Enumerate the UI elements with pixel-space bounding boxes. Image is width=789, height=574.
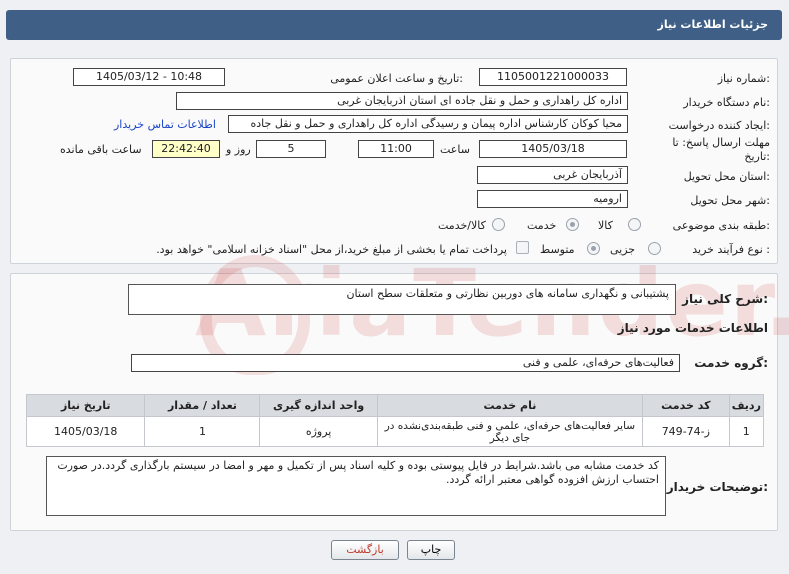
province-field: آذربایجان غربی	[477, 166, 628, 184]
category-label: طبقه بندی موضوعی:	[672, 219, 770, 232]
buyer-notes-field: کد خدمت مشابه می باشد.شرایط در فایل پیوس…	[46, 456, 666, 516]
creator-field: محیا کوکان کارشناس اداره پیمان و رسیدگی …	[228, 115, 628, 133]
deadline-time-label: ساعت	[440, 143, 470, 156]
deadline-date-field: 1405/03/18	[479, 140, 627, 158]
remaining-time-label: ساعت باقی مانده	[60, 143, 142, 156]
cell-quantity: 1	[144, 416, 261, 447]
table-row: 1 ز-74-749 سایر فعالیت‌های حرفه‌ای، علمی…	[25, 416, 765, 447]
col-code-header: کد خدمت	[642, 394, 730, 417]
need-number-field: 1105001221000033	[479, 68, 627, 86]
cell-service-code: ز-74-749	[642, 416, 730, 447]
buyer-org-field: اداره کل راهداری و حمل و نقل جاده ای است…	[176, 92, 628, 110]
days-label: روز و	[226, 143, 251, 156]
announce-date-label: تاریخ و ساعت اعلان عمومی:	[330, 72, 463, 85]
print-button[interactable]: چاپ	[407, 540, 455, 560]
announce-date-field: 1405/03/12 - 10:48	[73, 68, 225, 86]
col-name-header: نام خدمت	[376, 394, 644, 417]
services-table-header: ردیف کد خدمت نام خدمت واحد اندازه گیری ت…	[25, 394, 765, 417]
province-label: استان محل تحویل:	[683, 170, 770, 183]
back-button[interactable]: بازگشت	[331, 540, 399, 560]
buyer-contact-link[interactable]: اطلاعات تماس خریدار	[114, 118, 216, 131]
creator-label: ایجاد کننده درخواست:	[668, 119, 770, 132]
services-heading: اطلاعات خدمات مورد نیاز	[617, 321, 768, 335]
city-label: شهر محل تحویل:	[690, 194, 770, 207]
cell-row-number: 1	[728, 416, 765, 447]
days-remaining-field: 5	[256, 140, 326, 158]
summary-field: پشتیبانی و نگهداری سامانه های دوربین نظا…	[128, 284, 676, 315]
col-unit-header: واحد اندازه گیری	[259, 394, 378, 417]
col-row-header: ردیف	[728, 394, 765, 417]
category-option-service-label: خدمت	[527, 219, 557, 232]
need-number-label: شماره نیاز:	[717, 72, 770, 85]
buyer-org-label: نام دستگاه خریدار:	[683, 96, 770, 109]
col-date-header: تاریخ نیاز	[25, 394, 146, 417]
category-option-goods-radio[interactable]	[628, 218, 641, 231]
remaining-time-field: 22:42:40	[152, 140, 220, 158]
cell-service-name: سایر فعالیت‌های حرفه‌ای، علمی و فنی طبقه…	[376, 416, 644, 447]
category-option-both-label: کالا/خدمت	[438, 219, 486, 232]
deadline-time-field: 11:00	[358, 140, 434, 158]
category-option-both-radio[interactable]	[492, 218, 505, 231]
page-title: جزئیات اطلاعات نیاز	[657, 18, 769, 31]
category-option-service-radio[interactable]	[566, 218, 579, 231]
cell-unit: پروژه	[259, 416, 378, 447]
category-option-goods-label: کالا	[598, 219, 613, 232]
deadline-label: مهلت ارسال پاسخ: تا تاریخ:	[672, 136, 770, 163]
cell-need-date: 1405/03/18	[25, 416, 146, 447]
service-group-field: فعالیت‌های حرفه‌ای، علمی و فنی	[131, 354, 680, 372]
col-qty-header: تعداد / مقدار	[144, 394, 261, 417]
city-field: ارومیه	[477, 190, 628, 208]
services-table: ردیف کد خدمت نام خدمت واحد اندازه گیری ت…	[25, 394, 765, 447]
summary-label: شرح کلی نیاز:	[682, 292, 768, 306]
buyer-notes-label: توضیحات خریدار:	[666, 480, 768, 494]
service-group-label: گروه خدمت:	[694, 356, 768, 370]
page-header: جزئیات اطلاعات نیاز	[6, 10, 782, 40]
